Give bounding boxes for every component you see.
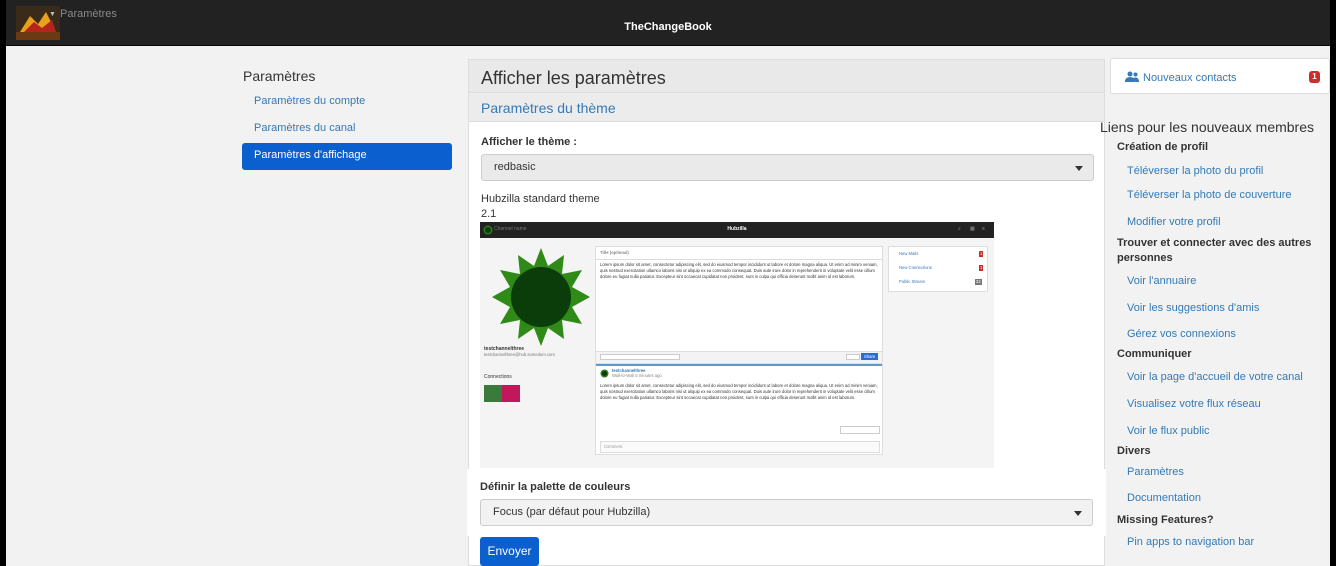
preview-post: testchannelthree Wall-to-Wall 5 minutes … xyxy=(595,363,883,455)
preview-menu-icon: ≡ xyxy=(982,226,985,232)
preview-post-avatar xyxy=(600,369,609,378)
preview-editor-toolbar: Share xyxy=(596,351,882,362)
heading-profile-creation: Création de profil xyxy=(1117,141,1209,153)
link-edit-profile[interactable]: Modifier votre profil xyxy=(1127,216,1221,228)
palette-section: Définir la palette de couleurs Focus (pa… xyxy=(468,470,1105,535)
theme-name: Hubzilla standard theme xyxy=(481,193,600,205)
link-upload-cover-photo[interactable]: Téléverser la photo de couverture xyxy=(1127,189,1291,201)
users-icon xyxy=(1125,71,1139,82)
theme-section-toggle[interactable]: Paramètres du thème xyxy=(469,93,1104,122)
link-friend-suggestions[interactable]: Voir les suggestions d'amis xyxy=(1127,302,1259,314)
preview-connection-avatar xyxy=(502,385,520,402)
dropdown-caret-icon xyxy=(1074,511,1082,516)
palette-select-value: Focus (par défaut pour Hubzilla) xyxy=(493,506,651,518)
heading-find-connect: Trouver et connecter avec des autres per… xyxy=(1117,237,1312,264)
preview-format-buttons xyxy=(600,354,680,360)
preview-comment-placeholder: Comment xyxy=(604,444,623,449)
new-contacts-widget[interactable]: Nouveaux contacts 1 xyxy=(1110,58,1330,94)
link-settings[interactable]: Paramètres xyxy=(1127,466,1184,478)
preview-side-widget: New Mails 1 New Connections 1 Public Str… xyxy=(888,246,988,292)
heading-missing-features: Missing Features? xyxy=(1117,514,1214,526)
palette-label: Définir la palette de couleurs xyxy=(480,481,631,493)
new-contacts-badge: 1 xyxy=(1309,71,1320,83)
preview-settings-button xyxy=(846,354,860,360)
caret-down-icon[interactable]: ▼ xyxy=(49,11,56,18)
preview-grid-icon: ▦ xyxy=(970,226,975,232)
preview-app-title: Hubzilla xyxy=(727,226,747,232)
preview-side-item: New Connections xyxy=(899,265,932,270)
link-manage-connections[interactable]: Gérez vos connexions xyxy=(1127,328,1236,340)
link-network-stream[interactable]: Visualisez votre flux réseau xyxy=(1127,398,1261,410)
link-upload-profile-photo[interactable]: Téléverser la photo du profil xyxy=(1127,165,1263,177)
preview-post-accent xyxy=(596,364,882,366)
page: ▼ Paramètres TheChangeBook Paramètres Pa… xyxy=(6,0,1330,566)
link-pin-apps[interactable]: Pin apps to navigation bar xyxy=(1127,536,1254,548)
link-directory[interactable]: Voir l'annuaire xyxy=(1127,275,1196,287)
theme-select-value: redbasic xyxy=(494,161,536,173)
preview-navbar: Channel name Hubzilla ⌕ ▦ ≡ xyxy=(480,222,994,238)
palette-select[interactable]: Focus (par défaut pour Hubzilla) xyxy=(480,499,1093,526)
dropdown-caret-icon xyxy=(1075,166,1083,171)
submit-button[interactable]: Envoyer xyxy=(480,537,539,566)
preview-side-item: New Mails xyxy=(899,251,919,256)
theme-version: 2.1 xyxy=(481,208,497,220)
heading-communicate: Communiquer xyxy=(1117,348,1192,360)
navbar-channel-label[interactable]: Paramètres xyxy=(60,8,117,20)
app-title: TheChangeBook xyxy=(624,21,712,33)
new-contacts-label: Nouveaux contacts xyxy=(1143,72,1237,84)
link-documentation[interactable]: Documentation xyxy=(1127,492,1201,504)
preview-post-time: Wall-to-Wall 5 minutes ago xyxy=(612,373,662,378)
link-public-stream[interactable]: Voir le flux public xyxy=(1127,425,1210,437)
preview-connection-avatar xyxy=(484,385,502,402)
sidebar-item-display[interactable]: Paramètres d'affichage xyxy=(242,143,452,170)
preview-editor: Title (optional) Lorem ipsum dolor sit a… xyxy=(595,246,883,362)
preview-comment-box: Comment xyxy=(600,441,880,453)
theme-label: Afficher le thème : xyxy=(481,136,577,148)
preview-share-button: Share xyxy=(861,353,879,360)
preview-side-count: 1 xyxy=(979,265,984,271)
link-channel-home[interactable]: Voir la page d'accueil de votre canal xyxy=(1127,371,1303,383)
theme-select[interactable]: redbasic xyxy=(481,154,1094,181)
theme-preview-image: Channel name Hubzilla ⌕ ▦ ≡ testchannelt… xyxy=(480,222,994,468)
sidebar-title: Paramètres xyxy=(243,68,316,84)
preview-divider xyxy=(596,259,882,260)
preview-title-placeholder: Title (optional) xyxy=(600,250,629,255)
preview-side-item: Public Stream xyxy=(899,279,926,284)
preview-editor-body: Lorem ipsum dolor sit amet, consectetur … xyxy=(600,262,878,279)
top-navbar: ▼ Paramètres TheChangeBook xyxy=(6,0,1330,46)
preview-profile-photo xyxy=(492,248,590,346)
preview-side-count: 22 xyxy=(975,279,982,285)
sidebar-item-account[interactable]: Paramètres du compte xyxy=(242,89,452,116)
new-member-links-title: Liens pour les nouveaux membres xyxy=(1100,119,1315,135)
preview-search-icon: ⌕ xyxy=(958,226,961,232)
preview-profile-address: testchannelthree@hub.somedom.com xyxy=(484,352,555,357)
preview-post-body: Lorem ipsum dolor sit amet, consectetur … xyxy=(600,383,878,400)
page-title: Afficher les paramètres xyxy=(469,60,1104,93)
preview-side-count: 1 xyxy=(979,251,984,257)
sidebar-item-channel[interactable]: Paramètres du canal xyxy=(242,116,452,143)
heading-misc: Divers xyxy=(1117,445,1151,457)
preview-post-actions xyxy=(840,426,880,434)
preview-connections-label: Connections xyxy=(484,374,512,380)
